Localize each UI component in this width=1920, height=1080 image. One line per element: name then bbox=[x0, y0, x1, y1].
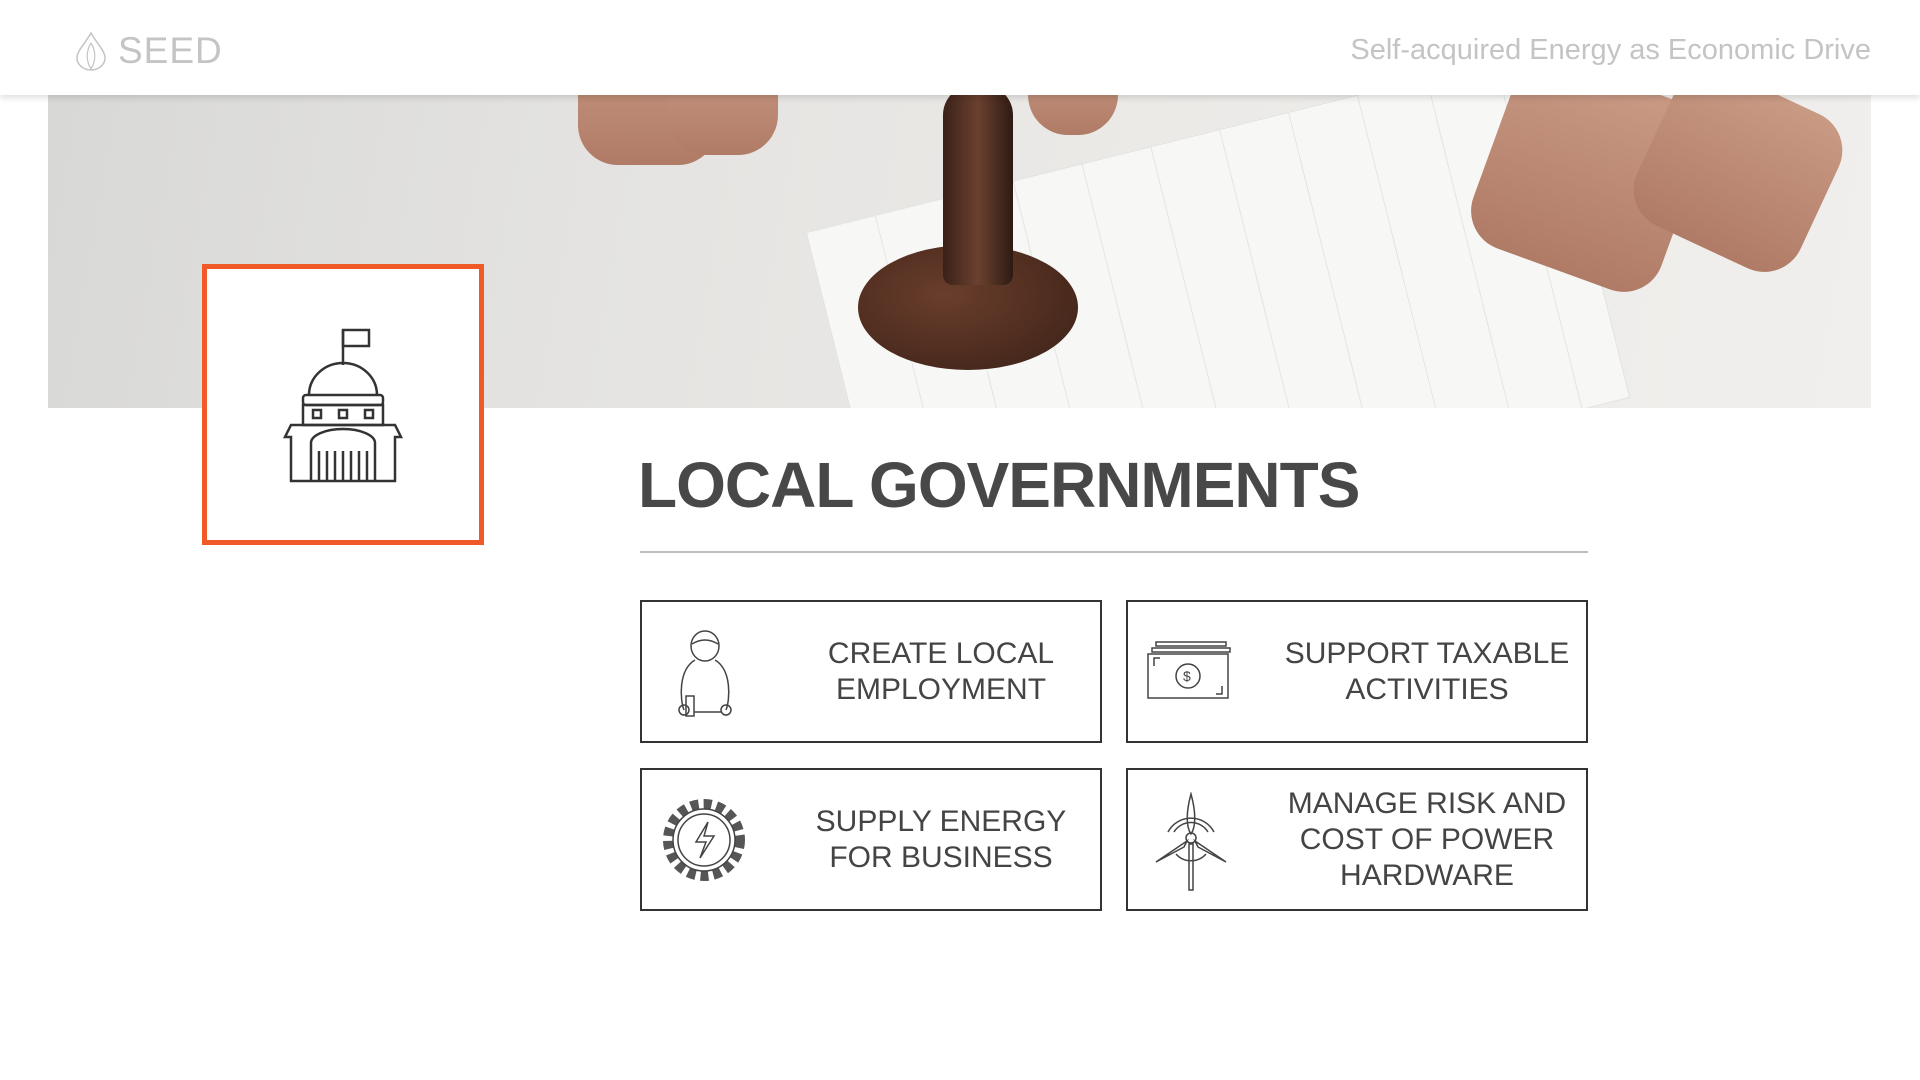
tagline: Self-acquired Energy as Economic Drive bbox=[1350, 34, 1871, 66]
page-title: LOCAL GOVERNMENTS bbox=[638, 449, 1360, 521]
card-label: SUPPLY ENERGY FOR BUSINESS bbox=[815, 804, 1067, 874]
card-label: CREATE LOCAL EMPLOYMENT bbox=[827, 636, 1055, 706]
wind-turbine-icon bbox=[1155, 792, 1227, 891]
benefit-card-taxable: $ SUPPORT TAXABLE ACTIVITIES bbox=[1126, 600, 1588, 743]
logo-text: SEED bbox=[118, 30, 223, 71]
logo[interactable]: SEED bbox=[74, 30, 223, 72]
card-label: SUPPORT TAXABLE ACTIVITIES bbox=[1284, 636, 1570, 706]
money-icon: $ bbox=[1147, 641, 1231, 699]
card-label: MANAGE RISK AND COST OF POWER HARDWARE bbox=[1287, 786, 1567, 892]
benefit-card-energy: SUPPLY ENERGY FOR BUSINESS bbox=[640, 768, 1102, 911]
government-badge bbox=[202, 264, 484, 545]
benefit-card-risk: MANAGE RISK AND COST OF POWER HARDWARE bbox=[1126, 768, 1588, 911]
worker-icon bbox=[678, 630, 732, 717]
seed-drop-icon bbox=[76, 31, 106, 71]
government-building-icon bbox=[282, 328, 404, 482]
energy-gear-icon bbox=[663, 799, 745, 881]
benefit-card-employment: CREATE LOCAL EMPLOYMENT bbox=[640, 600, 1102, 743]
header: SEED Self-acquired Energy as Economic Dr… bbox=[0, 0, 1920, 95]
svg-text:$: $ bbox=[1183, 668, 1191, 684]
divider bbox=[640, 551, 1588, 553]
